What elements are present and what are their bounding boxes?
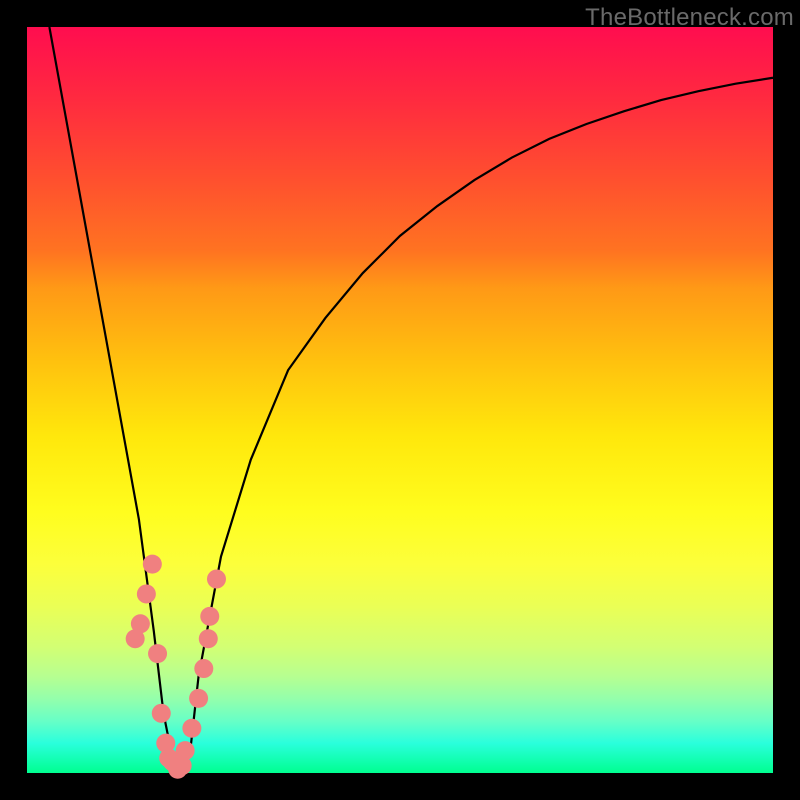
data-point <box>152 704 171 723</box>
chart-frame: TheBottleneck.com <box>0 0 800 800</box>
data-point <box>199 629 218 648</box>
data-point <box>207 570 226 589</box>
data-point <box>137 584 156 603</box>
data-point <box>189 689 208 708</box>
data-point <box>173 756 192 775</box>
data-point <box>131 614 150 633</box>
data-point <box>182 719 201 738</box>
data-point <box>194 659 213 678</box>
data-point <box>148 644 167 663</box>
data-point <box>143 555 162 574</box>
plot-area <box>27 27 773 773</box>
chart-svg <box>27 27 773 773</box>
data-markers <box>126 555 226 779</box>
watermark-text: TheBottleneck.com <box>585 4 794 32</box>
data-point <box>200 607 219 626</box>
